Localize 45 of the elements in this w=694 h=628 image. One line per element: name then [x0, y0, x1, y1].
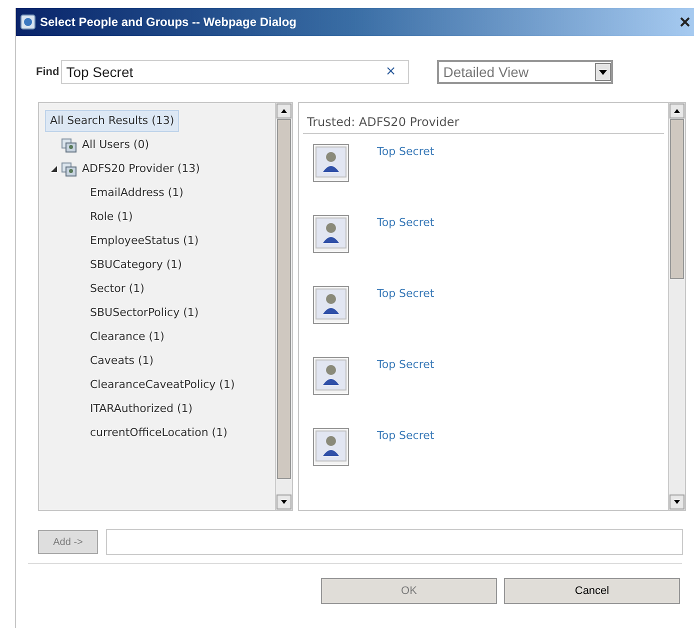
collapse-arrow-icon[interactable]: [51, 166, 57, 172]
tree-item[interactable]: Clearance (1): [85, 326, 170, 348]
tree-item[interactable]: Sector (1): [85, 278, 150, 300]
tree-item[interactable]: Caveats (1): [85, 350, 159, 372]
user-group-icon: [61, 137, 77, 153]
selection-field[interactable]: [106, 529, 683, 555]
user-avatar-icon: [313, 215, 349, 253]
result-link[interactable]: Top Secret: [377, 215, 434, 229]
clear-button[interactable]: ×: [377, 62, 404, 82]
result-link[interactable]: Top Secret: [377, 357, 434, 371]
user-avatar-icon: [313, 144, 349, 182]
result-link[interactable]: Top Secret: [377, 428, 434, 442]
user-group-icon: [61, 161, 77, 177]
scrollbar[interactable]: [668, 103, 685, 510]
browser-window-icon: [20, 14, 36, 30]
tree-item[interactable]: ClearanceCaveatPolicy (1): [85, 374, 240, 396]
dialog-button[interactable]: Cancel: [504, 578, 680, 604]
tree-item[interactable]: EmployeeStatus (1): [85, 230, 204, 252]
find-label: Find: [36, 64, 60, 80]
tree-item[interactable]: SBUSectorPolicy (1): [85, 302, 204, 324]
tree-item[interactable]: ITARAuthorized (1): [85, 398, 198, 420]
user-avatar-icon: [313, 357, 349, 395]
window-title: Select People and Groups -- Webpage Dialog: [40, 14, 296, 31]
tree-item[interactable]: SBUCategory (1): [85, 254, 187, 276]
user-avatar-icon: [313, 286, 349, 324]
user-avatar-icon: [313, 428, 349, 466]
tree-item[interactable]: currentOfficeLocation (1): [85, 422, 232, 444]
group-header: Trusted: ADFS20 Provider: [303, 113, 664, 134]
result-link[interactable]: Top Secret: [377, 144, 434, 158]
tree-item[interactable]: EmailAddress (1): [85, 182, 188, 204]
tree-item[interactable]: Role (1): [85, 206, 138, 228]
scroll-down-icon[interactable]: [276, 494, 292, 510]
search-field[interactable]: Top Secret ×: [61, 60, 410, 84]
scroll-up-icon[interactable]: [669, 103, 685, 119]
tree-item[interactable]: All Search Results (13): [45, 110, 180, 132]
scrollbar[interactable]: [275, 103, 292, 510]
result-link[interactable]: Top Secret: [377, 286, 434, 300]
scroll-down-icon[interactable]: [669, 494, 685, 510]
tree-item[interactable]: ADFS20 Provider (13): [77, 158, 205, 180]
scrollbar-thumb[interactable]: [670, 119, 684, 279]
close-icon[interactable]: [680, 17, 690, 27]
tree-item[interactable]: All Users (0): [77, 134, 154, 156]
scroll-up-icon[interactable]: [276, 103, 292, 119]
view-dropdown[interactable]: Detailed View: [437, 60, 614, 84]
scrollbar-thumb[interactable]: [277, 119, 291, 479]
